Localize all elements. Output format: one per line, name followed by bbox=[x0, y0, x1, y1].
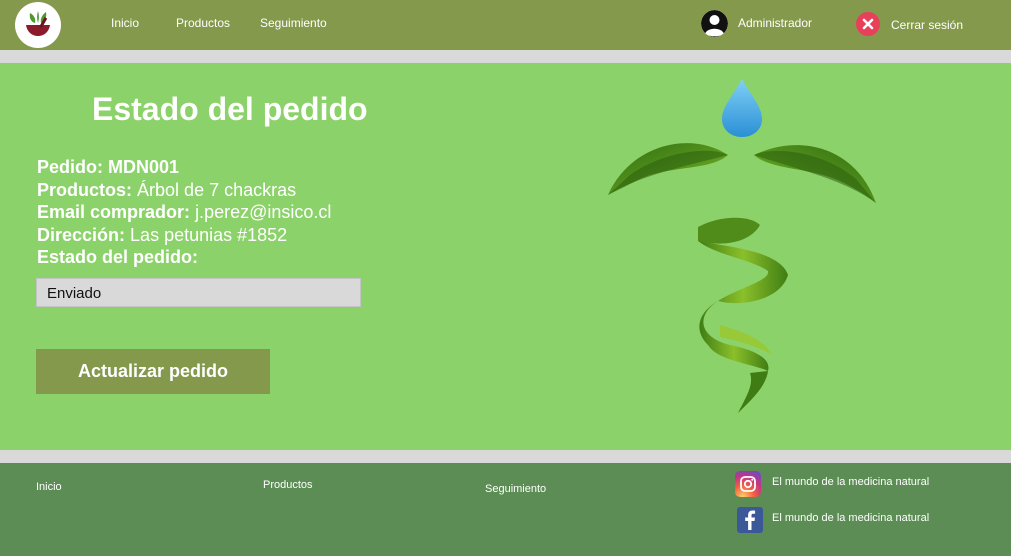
page-title: Estado del pedido bbox=[92, 91, 368, 127]
email-label: Email comprador: bbox=[37, 202, 191, 222]
herbal-mortar-logo-icon[interactable] bbox=[15, 2, 61, 48]
update-order-button[interactable]: Actualizar pedido bbox=[36, 349, 270, 394]
address-value: Las petunias #1852 bbox=[130, 224, 288, 245]
close-circle-icon[interactable] bbox=[856, 12, 880, 36]
address-label: Dirección: bbox=[37, 224, 126, 245]
user-avatar-icon[interactable] bbox=[701, 10, 728, 37]
nav-productos[interactable]: Productos bbox=[176, 16, 230, 30]
leaf-caduceus-icon bbox=[608, 79, 876, 413]
products-label: Productos: bbox=[37, 179, 133, 200]
footer-link-productos[interactable]: Productos bbox=[263, 479, 313, 491]
status-line: Estado del pedido: bbox=[37, 246, 331, 269]
footer-link-inicio[interactable]: Inicio bbox=[36, 481, 62, 493]
status-label: Estado del pedido: bbox=[37, 247, 199, 267]
user-name[interactable]: Administrador bbox=[738, 16, 812, 30]
instagram-link[interactable]: El mundo de la medicina natural bbox=[772, 476, 929, 488]
order-status-select[interactable]: Enviado bbox=[36, 278, 361, 307]
address-line: Dirección: Las petunias #1852 bbox=[37, 224, 331, 247]
footer: Inicio Productos Seguimiento El mundo de… bbox=[0, 463, 1011, 556]
order-info: Pedido: MDN001 Productos: Árbol de 7 cha… bbox=[37, 156, 331, 269]
top-navbar: Inicio Productos Seguimiento Administrad… bbox=[0, 0, 1011, 50]
logout-link[interactable]: Cerrar sesión bbox=[891, 18, 963, 32]
order-status-panel: Estado del pedido Pedido: MDN001 Product… bbox=[0, 63, 1011, 450]
instagram-icon[interactable] bbox=[735, 471, 761, 497]
order-id-label: Pedido: bbox=[37, 157, 103, 177]
order-id-value: MDN001 bbox=[108, 157, 180, 177]
products-line: Productos: Árbol de 7 chackras bbox=[37, 179, 331, 202]
facebook-link[interactable]: El mundo de la medicina natural bbox=[772, 512, 929, 524]
nav-inicio[interactable]: Inicio bbox=[111, 16, 139, 30]
email-value: j.perez@insico.cl bbox=[195, 202, 332, 222]
email-line: Email comprador: j.perez@insico.cl bbox=[37, 201, 331, 224]
nav-seguimiento[interactable]: Seguimiento bbox=[260, 16, 327, 30]
facebook-icon[interactable] bbox=[737, 507, 763, 533]
order-id-line: Pedido: MDN001 bbox=[37, 156, 331, 179]
footer-link-seguimiento[interactable]: Seguimiento bbox=[485, 483, 546, 495]
products-value: Árbol de 7 chackras bbox=[137, 179, 297, 200]
